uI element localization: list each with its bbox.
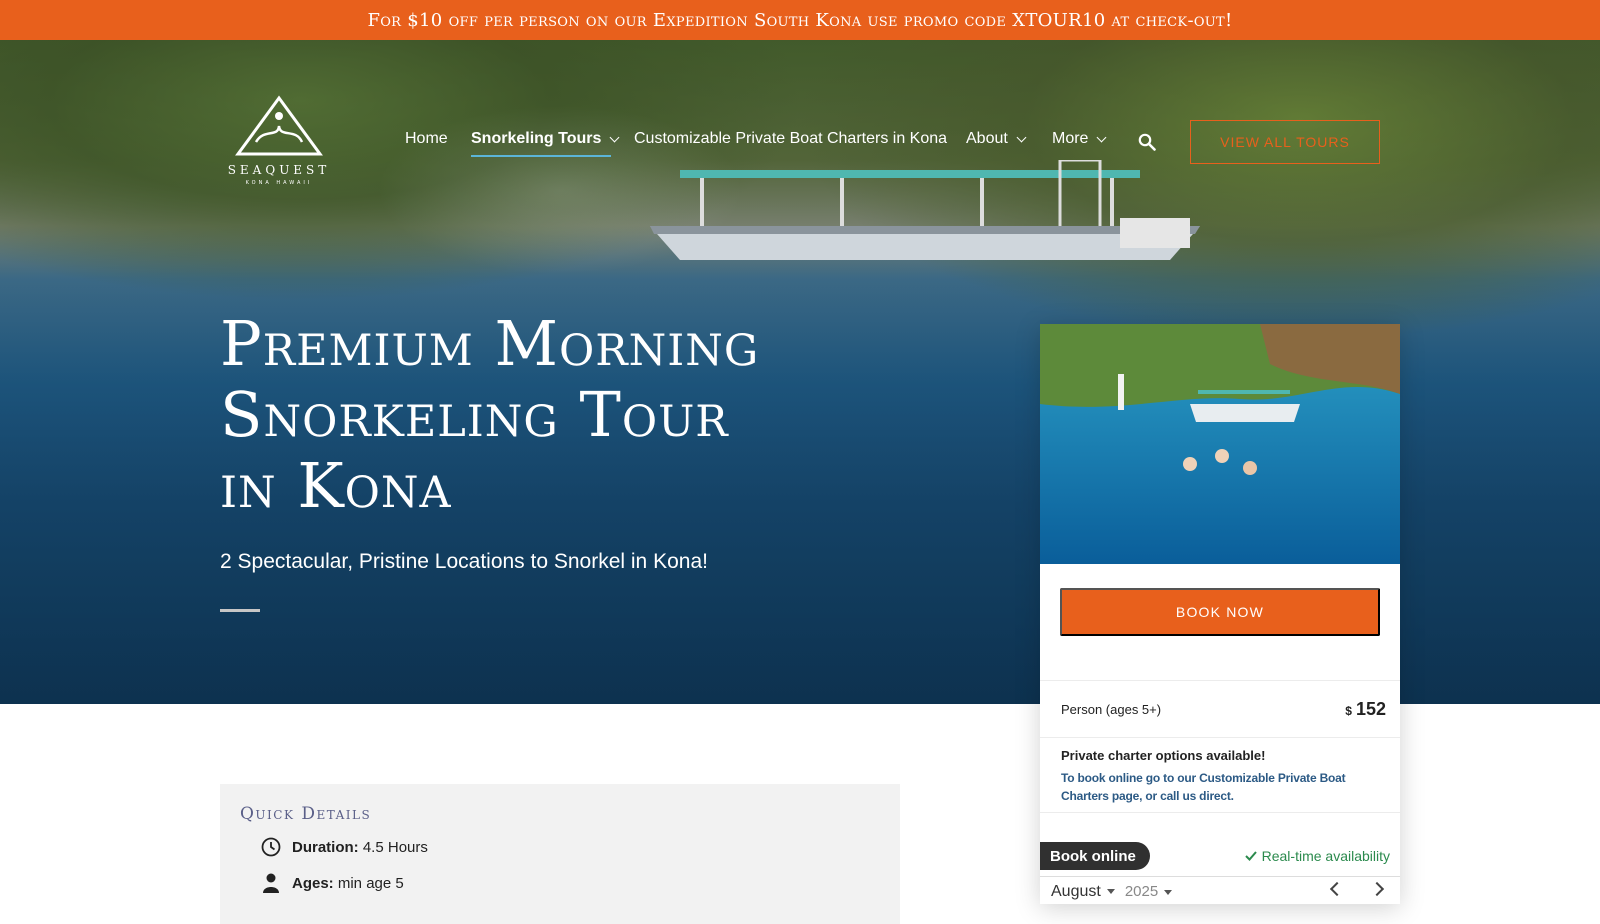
detail-ages: Ages: min age 5 xyxy=(260,872,404,894)
charter-title: Private charter options available! xyxy=(1061,748,1266,763)
nav-more-label: More xyxy=(1052,130,1089,147)
month-select[interactable]: August xyxy=(1051,883,1115,901)
detail-value: min age 5 xyxy=(337,874,404,892)
nav-home[interactable]: Home xyxy=(405,130,448,148)
charter-notice: Private charter options available! To bo… xyxy=(1061,748,1381,805)
price-label: Person (ages 5+) xyxy=(1061,701,1162,717)
price-value: $152 xyxy=(1345,699,1386,720)
nav-more[interactable]: More xyxy=(1052,130,1107,148)
seaquest-logo[interactable]: SEAQUEST KONA HAWAII xyxy=(220,94,338,186)
nav-about-label: About xyxy=(966,130,1008,147)
book-now-button[interactable]: BOOK NOW xyxy=(1060,588,1380,636)
promo-text: For $10 off per person on our Expedition… xyxy=(367,9,1233,31)
chevron-down-icon xyxy=(609,132,620,142)
nav-about[interactable]: About xyxy=(966,130,1027,148)
caret-down-icon xyxy=(1164,889,1173,895)
year-select[interactable]: 2025 xyxy=(1124,883,1173,900)
nav-private-charters-label: Customizable Private Boat Charters in Ko… xyxy=(634,130,948,147)
charter-link-text[interactable]: To book online go to our Customizable Pr… xyxy=(1061,769,1381,805)
title-line-3: in Kona xyxy=(220,449,452,522)
promo-banner: For $10 off per person on our Expedition… xyxy=(0,0,1600,40)
price-amount: 152 xyxy=(1355,698,1386,719)
nav-snorkeling-tours[interactable]: Snorkeling Tours xyxy=(471,130,620,148)
year-value: 2025 xyxy=(1124,883,1159,900)
divider xyxy=(1040,812,1400,813)
chevron-down-icon xyxy=(1016,132,1027,142)
price-row: Person (ages 5+) $152 xyxy=(1040,680,1400,738)
hero-subtitle: 2 Spectacular, Pristine Locations to Sno… xyxy=(220,550,708,573)
nav-snorkeling-tours-label: Snorkeling Tours xyxy=(471,130,602,147)
nav-private-charters[interactable]: Customizable Private Boat Charters in Ko… xyxy=(634,130,947,148)
page-title: Premium Morning Snorkeling Tour in Kona xyxy=(220,308,900,521)
realtime-label: Real-time availability xyxy=(1261,848,1390,864)
realtime-availability: Real-time availability xyxy=(1244,848,1390,864)
month-value: August xyxy=(1051,882,1101,900)
caret-down-icon xyxy=(1106,888,1115,894)
view-all-tours-button[interactable]: VIEW ALL TOURS xyxy=(1190,120,1380,164)
book-online-badge: Book online xyxy=(1040,842,1150,870)
detail-label: Ages: xyxy=(292,874,334,892)
svg-text:KONA HAWAII: KONA HAWAII xyxy=(246,180,313,186)
quick-details-title: Quick Details xyxy=(240,804,372,824)
detail-row-text: Duration: 4.5 Hours xyxy=(292,839,428,856)
person-icon xyxy=(263,873,279,893)
active-nav-underline xyxy=(471,155,611,157)
booking-card: BOOK NOW Person (ages 5+) $152 Private c… xyxy=(1040,324,1400,904)
currency-symbol: $ xyxy=(1345,703,1352,718)
search-icon[interactable] xyxy=(1138,133,1156,151)
hero-divider xyxy=(220,609,260,612)
detail-label: Duration: xyxy=(292,838,359,856)
svg-text:SEAQUEST: SEAQUEST xyxy=(228,163,331,177)
tour-photo xyxy=(1040,324,1400,564)
quick-details-panel: Quick Details Duration: 4.5 Hours Ages: … xyxy=(220,784,900,924)
hero-boat-image xyxy=(650,160,1200,260)
title-line-1: Premium Morning xyxy=(220,307,760,380)
detail-value: 4.5 Hours xyxy=(362,838,428,856)
checkmark-icon xyxy=(1244,851,1257,861)
title-line-2: Snorkeling Tour xyxy=(220,378,729,451)
detail-row-text: Ages: min age 5 xyxy=(292,875,404,892)
clock-icon xyxy=(261,837,281,857)
detail-duration: Duration: 4.5 Hours xyxy=(260,836,428,858)
nav-home-label: Home xyxy=(405,130,448,147)
chevron-down-icon xyxy=(1097,132,1107,142)
